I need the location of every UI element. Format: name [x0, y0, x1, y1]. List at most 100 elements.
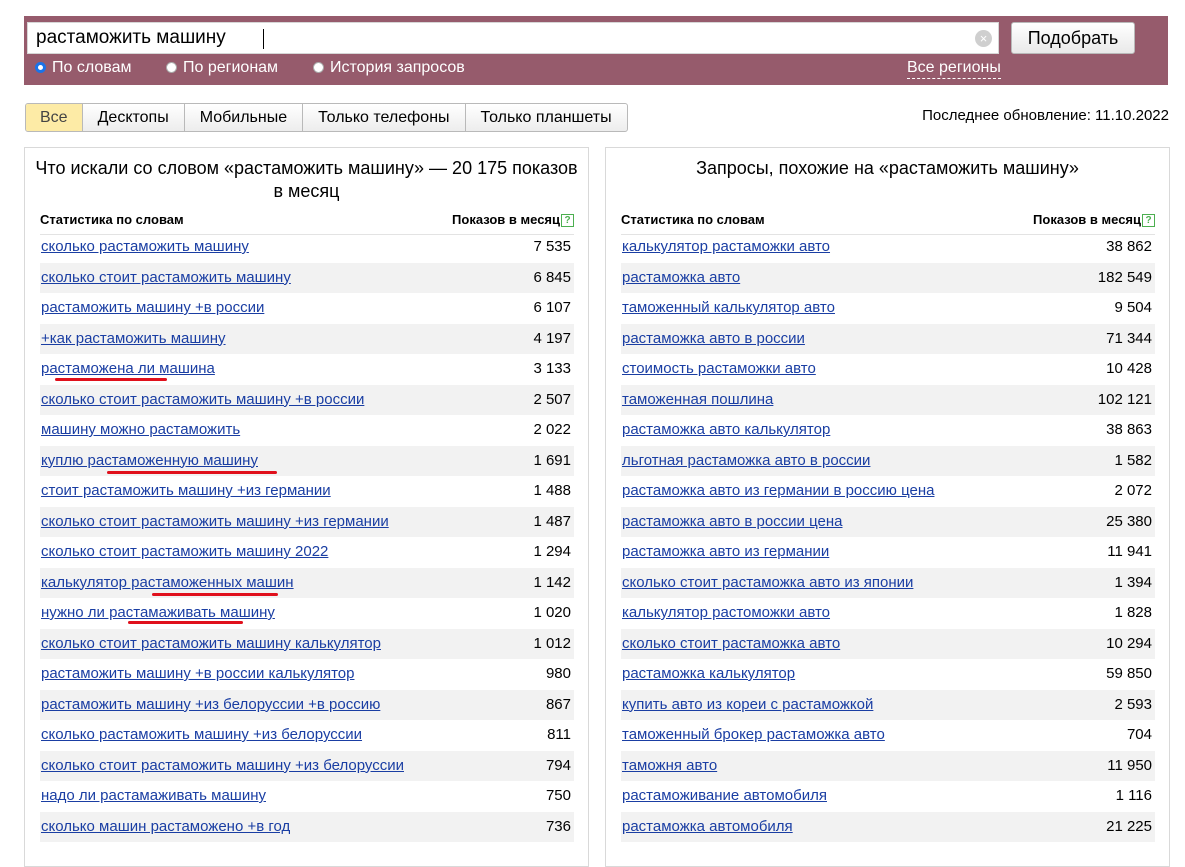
query-link[interactable]: растаможка авто из германии — [622, 543, 829, 560]
table-row: машину можно растаможить 2 022 — [40, 415, 574, 446]
table-row: стоит растаможить машину +из германии 1 4… — [40, 476, 574, 507]
table-row: растаможить машину +из белоруссии +в рос… — [40, 689, 574, 720]
last-update: Последнее обновление: 11.10.2022 — [922, 107, 1169, 124]
query-link[interactable]: купить авто из кореи с растаможкой — [622, 696, 873, 713]
query-link[interactable]: растаможивание автомобиля — [622, 787, 827, 804]
table-row: сколько стоит растаможить машину +из бел… — [40, 750, 574, 781]
query-link[interactable]: сколько растаможить машину — [41, 238, 249, 255]
query-link[interactable]: сколько стоит растаможить машину калькул… — [41, 635, 381, 652]
radio-selected-icon[interactable] — [35, 62, 46, 73]
table-row: сколько растаможить машину +из белорусси… — [40, 720, 574, 751]
query-link[interactable]: растаможка авто из германии в россию цен… — [622, 482, 934, 499]
text-caret — [263, 29, 264, 49]
impressions-count: 2 507 — [533, 390, 571, 408]
impressions-count: 1 020 — [533, 604, 571, 621]
query-link[interactable]: +как растаможить машину — [41, 330, 226, 347]
red-underline-annotation — [128, 621, 243, 624]
query-link[interactable]: калькулятор растаможки авто — [622, 238, 830, 255]
query-link[interactable]: растаможка авто калькулятор — [622, 421, 830, 438]
query-link[interactable]: растаможка автомобиля — [622, 818, 793, 835]
query-link[interactable]: стоимость растаможки авто — [622, 360, 816, 377]
table-row: таможенная пошлина 102 121 — [621, 384, 1155, 415]
impressions-count: 38 862 — [1106, 238, 1152, 255]
help-icon[interactable]: ? — [561, 214, 574, 227]
query-link[interactable]: сколько стоит растаможка авто — [622, 635, 840, 652]
query-link[interactable]: куплю растаможенную машину — [41, 452, 258, 469]
radio-icon[interactable] — [166, 62, 177, 73]
query-link[interactable]: растаможить машину +в россии — [41, 299, 264, 316]
query-link[interactable]: калькулятор растаможенных машин — [41, 574, 294, 591]
impressions-count: 10 294 — [1106, 634, 1152, 652]
query-link[interactable]: растаможка авто в россии — [622, 330, 805, 347]
query-link[interactable]: нужно ли растамаживать машину — [41, 604, 275, 621]
column-count-header: Показов в месяц? — [452, 212, 574, 227]
query-link[interactable]: сколько растаможить машину +из белорусси… — [41, 726, 362, 743]
tab-desktops[interactable]: Десктопы — [81, 104, 184, 131]
tab-tablets[interactable]: Только планшеты — [464, 104, 627, 131]
right-panel: Запросы, похожие на «растаможить машину»… — [605, 147, 1170, 867]
help-icon[interactable]: ? — [1142, 214, 1155, 227]
table-row: сколько стоит растаможить машину калькул… — [40, 628, 574, 659]
mode-history[interactable]: История запросов — [313, 58, 465, 78]
query-link[interactable]: надо ли растамаживать машину — [41, 787, 266, 804]
radio-icon[interactable] — [313, 62, 324, 73]
query-link[interactable]: таможенный брокер растаможка авто — [622, 726, 885, 743]
query-link[interactable]: сколько стоит растаможить машину +в росс… — [41, 391, 364, 408]
impressions-count: 736 — [545, 817, 571, 835]
query-link[interactable]: растаможить машину +в россии калькулятор — [41, 665, 354, 682]
table-row: надо ли растамаживать машину 750 — [40, 781, 574, 812]
query-link[interactable]: сколько машин растаможено +в год — [41, 818, 290, 835]
impressions-count: 7 535 — [533, 238, 571, 255]
query-link[interactable]: таможенный калькулятор авто — [622, 299, 835, 316]
query-link[interactable]: сколько стоит растаможить машину +из бел… — [41, 757, 404, 774]
mode-label: По словам — [52, 59, 132, 76]
table-row: сколько растаможить машину 7 535 — [40, 232, 574, 263]
query-link[interactable]: сколько стоит растаможить машину +из гер… — [41, 513, 389, 530]
table-row: растаможка авто в россии цена 25 380 — [621, 506, 1155, 537]
query-link[interactable]: таможенная пошлина — [622, 391, 773, 408]
query-link[interactable]: сколько стоит растаможка авто из японии — [622, 574, 913, 591]
tab-mobile[interactable]: Мобильные — [183, 104, 302, 131]
mode-by-regions[interactable]: По регионам — [166, 58, 278, 78]
impressions-count: 4 197 — [533, 329, 571, 347]
query-link[interactable]: сколько стоит растаможить машину — [41, 269, 291, 286]
impressions-count: 794 — [545, 756, 571, 774]
table-row: растаможка калькулятор 59 850 — [621, 659, 1155, 690]
query-link[interactable]: калькулятор растоможки авто — [622, 604, 830, 621]
impressions-count: 6 845 — [533, 268, 571, 286]
impressions-count: 38 863 — [1106, 421, 1152, 438]
table-row: сколько стоит растаможить машину 2022 1 2… — [40, 537, 574, 568]
tab-phones[interactable]: Только телефоны — [302, 104, 464, 131]
left-table: сколько растаможить машину 7 535 сколько с… — [40, 232, 574, 842]
query-link[interactable]: сколько стоит растаможить машину 2022 — [41, 543, 328, 560]
table-row: таможенный брокер растаможка авто 704 — [621, 720, 1155, 751]
all-regions-link[interactable]: Все регионы — [907, 58, 1001, 79]
column-count-header: Показов в месяц? — [1033, 212, 1155, 227]
clear-icon[interactable]: × — [975, 30, 992, 47]
table-row: растаможить машину +в россии 6 107 — [40, 293, 574, 324]
query-link[interactable]: таможня авто — [622, 757, 717, 774]
query-link[interactable]: растаможка авто в россии цена — [622, 513, 842, 530]
table-row: льготная растаможка авто в россии 1 582 — [621, 445, 1155, 476]
panel-title: Что искали со словом «растаможить машину… — [35, 158, 578, 201]
impressions-count: 1 691 — [533, 451, 571, 469]
query-link[interactable]: растаможить машину +из белоруссии +в рос… — [41, 696, 380, 713]
query-link[interactable]: стоит растаможить машину +из германии — [41, 482, 331, 499]
submit-button[interactable]: Подобрать — [1011, 22, 1135, 54]
impressions-count: 25 380 — [1106, 512, 1152, 530]
right-table: калькулятор растаможки авто 38 862 растамо… — [621, 232, 1155, 842]
search-input[interactable] — [28, 23, 976, 53]
table-row: растаможка авто в россии 71 344 — [621, 323, 1155, 354]
mode-by-words[interactable]: По словам — [35, 58, 131, 78]
query-link[interactable]: растаможка авто — [622, 269, 740, 286]
query-link[interactable]: льготная растаможка авто в россии — [622, 452, 870, 469]
query-link[interactable]: растаможена ли машина — [41, 360, 215, 377]
impressions-count: 704 — [1126, 726, 1152, 743]
query-link[interactable]: растаможка калькулятор — [622, 665, 795, 682]
table-row: калькулятор растоможки авто 1 828 — [621, 598, 1155, 629]
column-count-label: Показов в месяц — [1033, 212, 1141, 227]
impressions-count: 6 107 — [533, 299, 571, 316]
tab-all[interactable]: Все — [26, 104, 82, 131]
query-link[interactable]: машину можно растаможить — [41, 421, 240, 438]
search-box[interactable]: × — [27, 22, 999, 54]
